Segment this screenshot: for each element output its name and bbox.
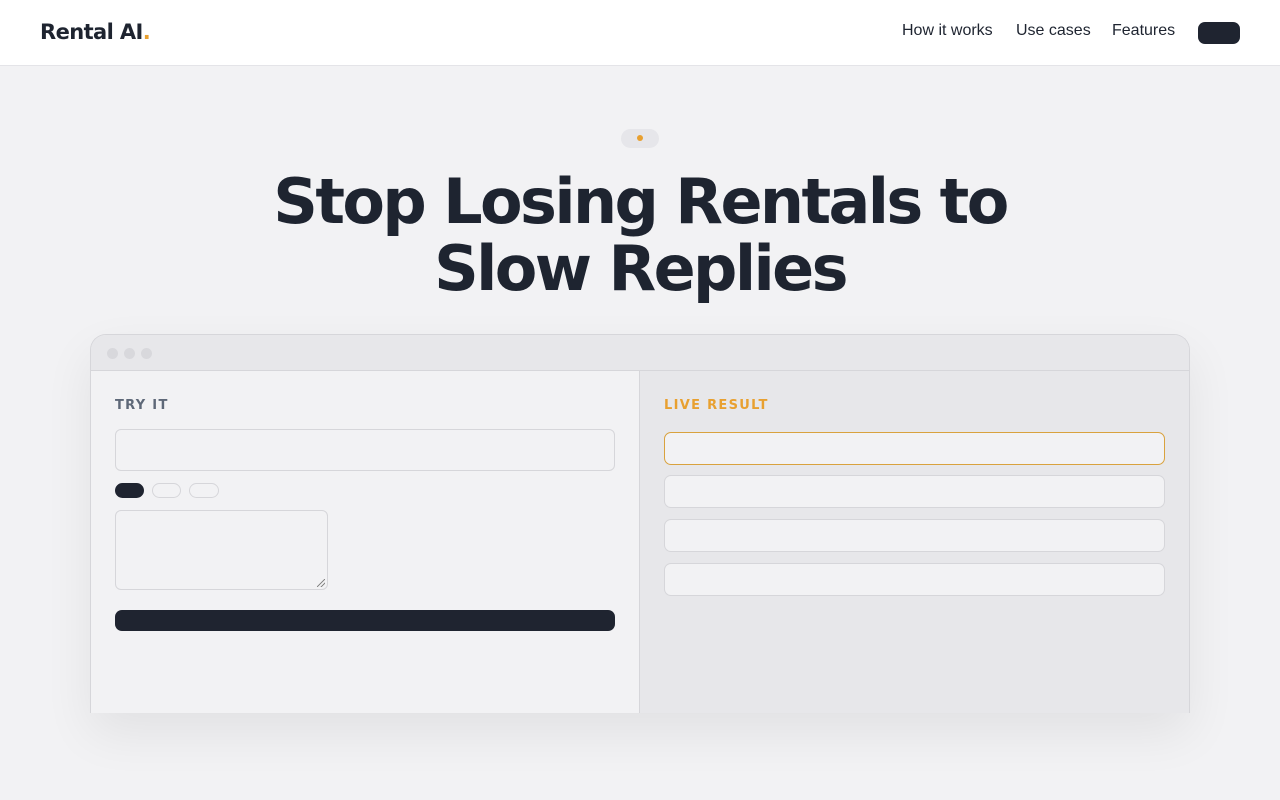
result-card-4[interactable] [664, 563, 1165, 596]
window-minimize-dot-icon [124, 348, 135, 359]
window-maximize-dot-icon [141, 348, 152, 359]
option-chip-2[interactable] [152, 483, 181, 498]
logo-accent-dot: . [142, 20, 151, 44]
result-card-2[interactable] [664, 475, 1165, 508]
option-chip-1[interactable] [115, 483, 144, 498]
generate-button[interactable] [115, 610, 615, 631]
message-textarea[interactable] [115, 510, 328, 590]
try-it-panel: TRY IT [91, 371, 640, 713]
logo-text: Rental AI [40, 20, 143, 44]
window-titlebar [91, 335, 1189, 371]
live-result-panel: LIVE RESULT [640, 371, 1189, 713]
nav-link-features[interactable]: Features [1112, 22, 1175, 40]
header-cta-button[interactable] [1198, 22, 1240, 44]
hero-headline-line-2: Slow Replies [434, 232, 848, 305]
hero-badge [621, 129, 659, 148]
badge-dot-icon [637, 135, 643, 141]
try-it-label: TRY IT [115, 398, 169, 413]
result-card-3[interactable] [664, 519, 1165, 552]
hero-headline: Stop Losing Rentals to Slow Replies [240, 168, 1040, 302]
logo[interactable]: Rental AI. [40, 20, 151, 44]
demo-window: TRY IT LIVE RESULT [90, 334, 1190, 713]
option-chip-3[interactable] [189, 483, 219, 498]
resize-handle-icon[interactable] [317, 579, 325, 587]
live-result-label: LIVE RESULT [664, 398, 769, 413]
nav-link-use-cases[interactable]: Use cases [1016, 22, 1091, 40]
result-card-1[interactable] [664, 432, 1165, 465]
hero-headline-line-1: Stop Losing Rentals to [273, 165, 1009, 238]
window-close-dot-icon [107, 348, 118, 359]
listing-input[interactable] [115, 429, 615, 471]
top-navigation-bar: Rental AI. How it works Use cases Featur… [0, 0, 1280, 66]
nav-link-how-it-works[interactable]: How it works [902, 22, 993, 40]
